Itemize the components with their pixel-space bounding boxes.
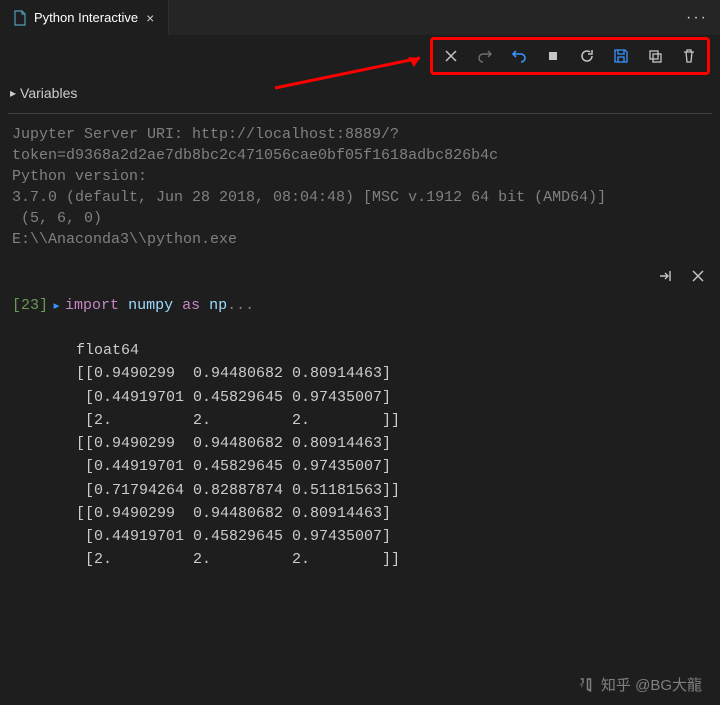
goto-icon[interactable]	[656, 266, 676, 286]
alias-name: np	[209, 297, 227, 314]
cell-toolbar	[0, 260, 720, 292]
undo-icon[interactable]	[509, 46, 529, 66]
server-info-text: Jupyter Server URI: http://localhost:888…	[0, 114, 720, 260]
cell-close-icon[interactable]	[688, 266, 708, 286]
redo-icon[interactable]	[475, 46, 495, 66]
chevron-right-icon: ▸	[10, 86, 16, 100]
code-ellipsis: ...	[227, 297, 254, 314]
watermark-text: 知乎 @BG大龍	[601, 674, 702, 695]
zhihu-icon	[577, 676, 595, 694]
execution-count: [23]	[12, 297, 48, 314]
restart-icon[interactable]	[577, 46, 597, 66]
watermark: 知乎 @BG大龍	[577, 674, 702, 695]
more-actions-button[interactable]: ···	[686, 9, 720, 27]
copy-icon[interactable]	[645, 46, 665, 66]
save-icon[interactable]	[611, 46, 631, 66]
keyword-as: as	[182, 297, 200, 314]
chevron-right-icon: ▸	[52, 296, 61, 315]
tab-label: Python Interactive	[34, 10, 138, 25]
variables-label: Variables	[20, 85, 77, 101]
file-icon	[12, 10, 28, 26]
toolbar-area	[0, 35, 720, 77]
tab-bar: Python Interactive × ···	[0, 0, 720, 35]
trash-icon[interactable]	[679, 46, 699, 66]
variables-section-header[interactable]: ▸ Variables	[0, 77, 720, 109]
code-cell: [23] ▸ import numpy as np...	[0, 292, 720, 319]
tab-python-interactive[interactable]: Python Interactive ×	[0, 0, 169, 35]
cell-output: float64 [[0.9490299 0.94480682 0.8091446…	[0, 319, 720, 572]
cell-header[interactable]: [23] ▸ import numpy as np...	[12, 296, 708, 315]
module-name: numpy	[128, 297, 173, 314]
stop-icon[interactable]	[543, 46, 563, 66]
toolbar-highlight-box	[430, 37, 710, 75]
close-icon[interactable]	[441, 46, 461, 66]
tab-close-button[interactable]: ×	[144, 10, 156, 26]
keyword-import: import	[65, 297, 119, 314]
